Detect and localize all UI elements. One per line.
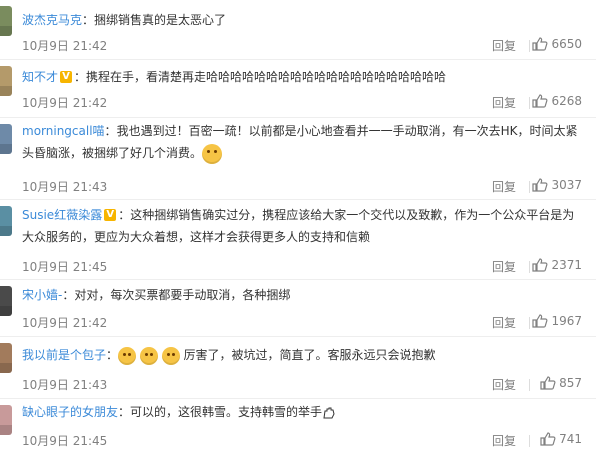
avatar[interactable] — [0, 286, 12, 316]
like-count: 6268 — [551, 94, 582, 108]
like-count: 6650 — [551, 37, 582, 51]
like-count: 857 — [559, 376, 582, 390]
like-button[interactable]: 857 — [540, 376, 582, 390]
comment-time: 10月9日 21:45 — [22, 260, 108, 274]
comment-body: morningcall喵：我也遇到过！百密一疏！以前都是小心地查看并一一手动取消… — [22, 120, 582, 164]
comment-text: 对对，每次买票都要手动取消，各种捆绑 — [74, 288, 291, 302]
thumbs-up-icon — [532, 258, 548, 272]
comment-time: 10月9日 21:45 — [22, 434, 108, 448]
comment-item: 我以前是个包子： 厉害了，被坑过，简直了。客服永远只会说抱歉 10月9日 21:… — [0, 337, 596, 399]
comment-text: 可以的，这很韩雪。支持韩雪的举手 — [130, 405, 323, 419]
reply-button[interactable]: 回复 — [492, 178, 516, 195]
comment-body: 缺心眼子的女朋友：可以的，这很韩雪。支持韩雪的举手 — [22, 401, 582, 423]
reply-button[interactable]: 回复 — [492, 37, 516, 54]
thumbs-up-icon — [540, 376, 556, 390]
comment-username[interactable]: 缺心眼子的女朋友 — [22, 405, 118, 419]
comment-text: 厉害了，被坑过，简直了。客服永远只会说抱歉 — [183, 348, 436, 362]
avatar[interactable] — [0, 206, 12, 236]
comment-separator: ： — [104, 124, 117, 138]
thumbs-up-icon — [532, 178, 548, 192]
comment-username[interactable]: 波杰克马克 — [22, 13, 82, 27]
avatar[interactable] — [0, 6, 12, 36]
like-button[interactable]: 6268 — [532, 94, 582, 108]
reply-button[interactable]: 回复 — [492, 432, 516, 449]
comment-time: 10月9日 21:43 — [22, 180, 108, 194]
like-button[interactable]: 3037 — [532, 178, 582, 192]
raised-hand-emoji-icon — [323, 407, 335, 418]
crying-face-emoji-icon — [139, 346, 158, 365]
verified-badge-icon: V — [60, 70, 73, 83]
like-count: 3037 — [551, 178, 582, 192]
comment-username[interactable]: morningcall喵 — [22, 124, 105, 138]
comment-body: Susie红薇染露 V ：这种捆绑销售确实过分，携程应该给大家一个交代以及致歉，作为… — [22, 204, 582, 248]
divider — [529, 261, 530, 273]
comment-separator: ： — [118, 208, 131, 222]
avatar[interactable] — [0, 343, 12, 373]
divider — [529, 181, 530, 193]
thumbs-up-icon — [532, 37, 548, 51]
comment-separator: ： — [82, 13, 95, 27]
comment-time: 10月9日 21:42 — [22, 96, 108, 110]
comment-separator: ： — [74, 70, 87, 84]
comment-item: 波杰克马克：捆绑销售真的是太恶心了 10月9日 21:42 回复 6650 — [0, 0, 596, 60]
comment-text: 捆绑销售真的是太恶心了 — [94, 13, 227, 27]
comment-text: 携程在手，看清楚再走哈哈哈哈哈哈哈哈哈哈哈哈哈哈哈哈哈哈哈哈 — [86, 70, 447, 84]
divider — [529, 97, 530, 109]
like-count: 1967 — [551, 314, 582, 328]
verified-badge-icon: V — [104, 208, 117, 221]
comment-separator: ： — [62, 288, 75, 302]
comment-item: 知不才 V ：携程在手，看清楚再走哈哈哈哈哈哈哈哈哈哈哈哈哈哈哈哈哈哈哈哈 10月9… — [0, 60, 596, 118]
avatar[interactable] — [0, 66, 12, 96]
like-button[interactable]: 6650 — [532, 37, 582, 51]
avatar[interactable] — [0, 405, 12, 435]
like-count: 2371 — [551, 258, 582, 272]
comment-time: 10月9日 21:43 — [22, 378, 108, 392]
reply-button[interactable]: 回复 — [492, 376, 516, 393]
reply-button[interactable]: 回复 — [492, 258, 516, 275]
thumbs-up-icon — [532, 94, 548, 108]
like-count: 741 — [559, 432, 582, 446]
avatar[interactable] — [0, 124, 12, 154]
comment-username[interactable]: Susie红薇染露 — [22, 208, 102, 222]
comment-item: morningcall喵：我也遇到过！百密一疏！以前都是小心地查看并一一手动取消… — [0, 118, 596, 200]
comment-username[interactable]: 我以前是个包子 — [22, 348, 106, 362]
like-button[interactable]: 2371 — [532, 258, 582, 272]
comment-time: 10月9日 21:42 — [22, 316, 108, 330]
comment-body: 我以前是个包子： 厉害了，被坑过，简直了。客服永远只会说抱歉 — [22, 344, 582, 366]
comment-body: 知不才 V ：携程在手，看清楚再走哈哈哈哈哈哈哈哈哈哈哈哈哈哈哈哈哈哈哈哈 — [22, 66, 582, 88]
smug-face-emoji-icon — [202, 143, 223, 164]
comment-list: 波杰克马克：捆绑销售真的是太恶心了 10月9日 21:42 回复 6650 知不… — [0, 0, 596, 459]
like-button[interactable]: 741 — [540, 432, 582, 446]
comment-separator: ： — [118, 405, 131, 419]
reply-button[interactable]: 回复 — [492, 94, 516, 111]
divider — [529, 435, 530, 447]
divider — [529, 40, 530, 52]
crying-face-emoji-icon — [118, 346, 137, 365]
divider — [529, 379, 530, 391]
comment-item: Susie红薇染露 V ：这种捆绑销售确实过分，携程应该给大家一个交代以及致歉，作为… — [0, 200, 596, 280]
comment-body: 波杰克马克：捆绑销售真的是太恶心了 — [22, 9, 582, 31]
like-button[interactable]: 1967 — [532, 314, 582, 328]
thumbs-up-icon — [540, 432, 556, 446]
reply-button[interactable]: 回复 — [492, 314, 516, 331]
comment-username[interactable]: 知不才 — [22, 70, 58, 84]
divider — [529, 317, 530, 329]
comment-item: 宋小嫱-：对对，每次买票都要手动取消，各种捆绑 10月9日 21:42 回复 1… — [0, 280, 596, 337]
comment-body: 宋小嫱-：对对，每次买票都要手动取消，各种捆绑 — [22, 284, 582, 306]
comment-separator: ： — [106, 348, 119, 362]
thumbs-up-icon — [532, 314, 548, 328]
crying-face-emoji-icon — [161, 346, 180, 365]
comment-time: 10月9日 21:42 — [22, 39, 108, 53]
comment-item: 缺心眼子的女朋友：可以的，这很韩雪。支持韩雪的举手 10月9日 21:45 回复… — [0, 399, 596, 459]
comment-username[interactable]: 宋小嫱- — [22, 288, 62, 302]
